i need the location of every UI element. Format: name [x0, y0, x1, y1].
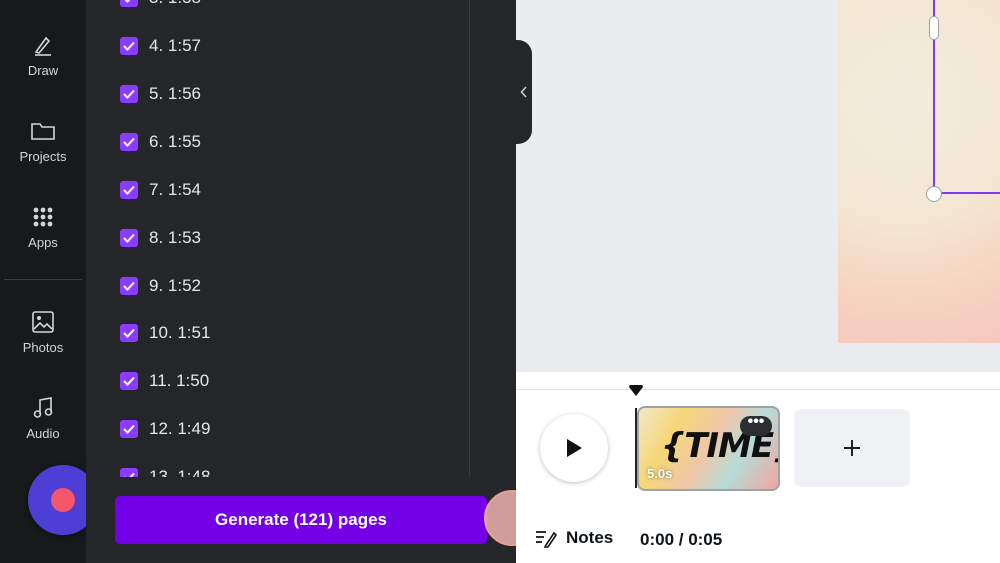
page-label: 6. 1:55	[149, 132, 201, 151]
checkbox[interactable]	[120, 181, 138, 199]
play-icon	[567, 439, 582, 457]
list-item[interactable]: 8. 1:53	[120, 227, 201, 249]
checkbox[interactable]	[120, 133, 138, 151]
list-item[interactable]: 13. 1:48	[120, 466, 210, 477]
timeline-ruler	[516, 389, 1000, 390]
check-icon	[123, 41, 135, 51]
music-note-icon	[33, 397, 53, 418]
rail-item-label: Audio	[26, 426, 60, 441]
check-icon	[123, 281, 135, 291]
check-icon	[124, 0, 131, 3]
check-icon	[123, 424, 135, 434]
more-options-button[interactable]: •••	[740, 414, 772, 436]
page-label: 13. 1:48	[149, 467, 211, 477]
pages-panel: 3. 1:58 4. 1:57 5. 1:56 6. 1:55 7. 1:54 …	[86, 0, 540, 563]
folder-icon	[31, 123, 55, 140]
selection-frame	[933, 0, 1000, 194]
timecode: 0:00 / 0:05	[640, 530, 723, 549]
resize-handle-corner[interactable]	[926, 186, 942, 202]
checkbox[interactable]	[120, 85, 138, 103]
plus-icon	[844, 440, 860, 456]
checkbox[interactable]	[120, 468, 138, 477]
timeline-clip[interactable]: {TIME} 5.0s •••	[637, 406, 780, 491]
check-icon	[124, 472, 135, 477]
page-label: 5. 1:56	[149, 84, 201, 103]
page-label: 11. 1:50	[149, 371, 210, 390]
add-page-button[interactable]	[794, 409, 910, 487]
notes-button[interactable]: Notes	[534, 528, 613, 548]
list-item[interactable]: 4. 1:57	[120, 35, 201, 57]
page-label: 8. 1:53	[149, 228, 201, 247]
list-item[interactable]: 10. 1:51	[120, 322, 210, 344]
play-button[interactable]	[540, 414, 608, 482]
playhead-marker-icon[interactable]	[628, 385, 644, 397]
check-icon	[123, 89, 135, 99]
draw-icon	[34, 36, 51, 56]
rail-item-draw[interactable]: Draw	[0, 33, 86, 78]
checkbox[interactable]	[120, 324, 138, 342]
generate-pages-button[interactable]: Generate (121) pages	[115, 496, 487, 544]
checkbox[interactable]	[120, 0, 138, 7]
notes-icon	[536, 531, 558, 548]
page-list: 3. 1:58 4. 1:57 5. 1:56 6. 1:55 7. 1:54 …	[86, 0, 470, 477]
clip-duration: 5.0s	[647, 466, 673, 481]
list-item[interactable]: 6. 1:55	[120, 131, 201, 153]
rail-divider	[4, 279, 82, 280]
page-label: 9. 1:52	[149, 276, 201, 295]
check-icon	[123, 376, 135, 386]
rail-item-apps[interactable]: Apps	[0, 205, 86, 250]
resize-handle[interactable]	[929, 16, 939, 40]
checkbox[interactable]	[120, 372, 138, 390]
collapse-panel-button[interactable]	[516, 40, 532, 144]
check-icon	[123, 233, 135, 243]
check-icon	[123, 328, 135, 338]
check-icon	[123, 137, 135, 147]
rail-item-projects[interactable]: Projects	[0, 119, 86, 164]
rail-item-label: Apps	[28, 235, 58, 250]
list-item[interactable]: 7. 1:54	[120, 179, 201, 201]
scrollbar[interactable]	[469, 0, 470, 477]
page-label: 12. 1:49	[149, 419, 211, 438]
checkbox[interactable]	[120, 37, 138, 55]
checkbox[interactable]	[120, 229, 138, 247]
page-label: 3. 1:58	[149, 0, 201, 8]
rail-item-photos[interactable]: Photos	[0, 310, 86, 355]
page-label: 7. 1:54	[149, 180, 201, 199]
list-item[interactable]: 3. 1:58	[120, 0, 201, 9]
record-dot-icon	[51, 488, 75, 512]
list-item[interactable]: 12. 1:49	[120, 418, 210, 440]
rail-item-audio[interactable]: Audio	[0, 396, 86, 441]
page-label: 10. 1:51	[149, 323, 211, 342]
page-label: 4. 1:57	[149, 36, 201, 55]
apps-grid-icon	[33, 207, 53, 227]
rail-item-label: Draw	[27, 63, 59, 78]
rail-item-label: Projects	[19, 149, 67, 164]
notes-label: Notes	[566, 528, 614, 547]
check-icon	[123, 185, 135, 195]
list-item[interactable]: 9. 1:52	[120, 275, 201, 297]
image-icon	[32, 311, 54, 333]
chevron-left-icon	[520, 86, 527, 98]
list-item[interactable]: 5. 1:56	[120, 83, 201, 105]
checkbox[interactable]	[120, 420, 138, 438]
checkbox[interactable]	[120, 277, 138, 295]
list-item[interactable]: 11. 1:50	[120, 370, 209, 392]
rail-item-label: Photos	[22, 340, 64, 355]
